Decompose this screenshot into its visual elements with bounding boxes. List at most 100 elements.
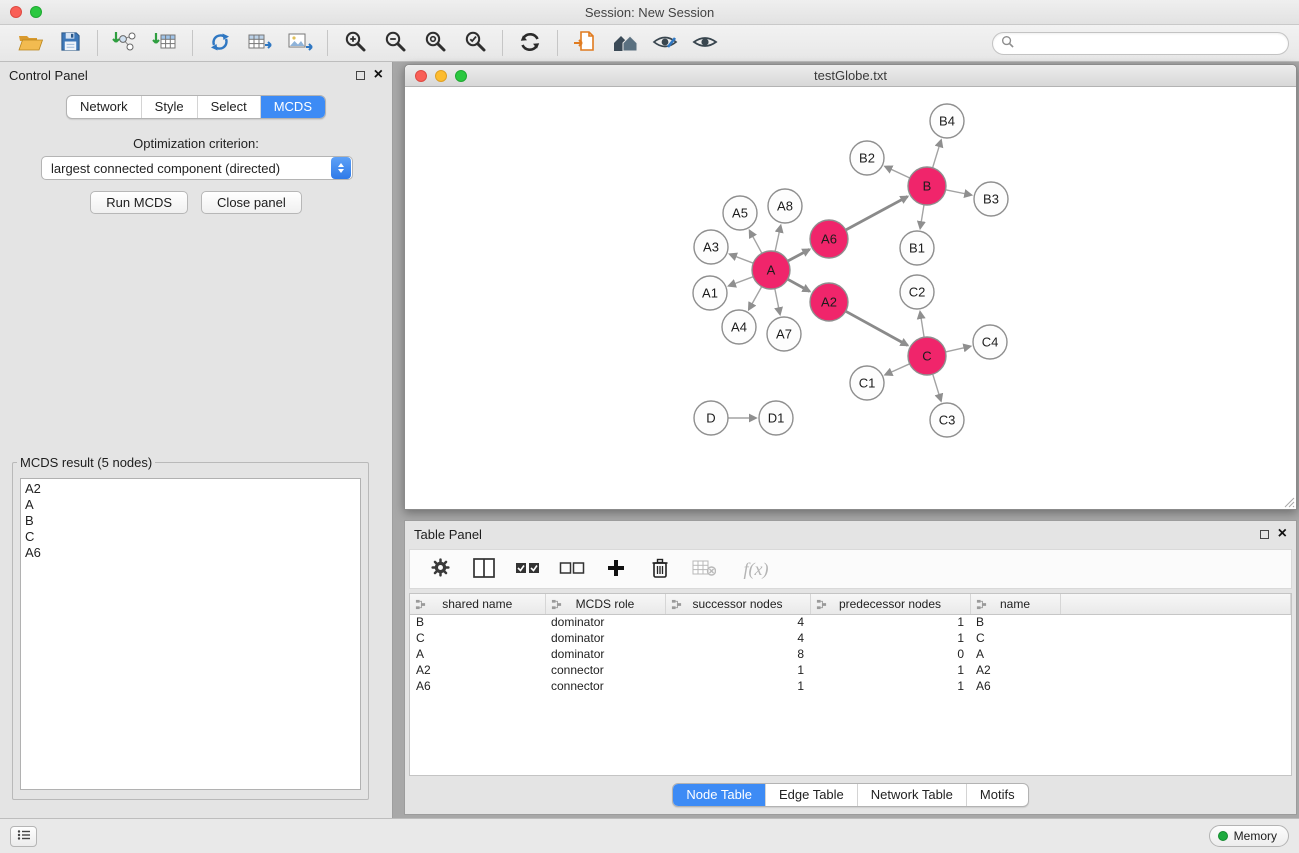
table-cell[interactable]: B [410,614,545,630]
node-B4[interactable]: B4 [930,104,964,138]
unselect-all-columns-button[interactable] [558,554,586,584]
column-header-shared-name[interactable]: shared name [410,594,545,614]
float-table-panel-icon[interactable] [1260,530,1269,539]
import-table-button[interactable] [145,28,185,59]
graphics-details-button[interactable] [645,28,685,59]
table-cell[interactable]: 1 [810,630,970,646]
edge-A-A2[interactable] [788,279,810,291]
search-box[interactable] [992,32,1289,55]
node-A[interactable]: A [752,251,790,289]
node-A2[interactable]: A2 [810,283,848,321]
table-settings-button[interactable] [426,554,454,584]
table-cell[interactable]: A6 [410,678,545,694]
close-network-button[interactable] [415,70,427,82]
table-row[interactable]: Adominator80A [410,646,1291,662]
column-header-name[interactable]: name [970,594,1060,614]
close-panel-icon[interactable]: × [374,70,383,80]
delete-table-button[interactable] [690,554,718,584]
tab-network[interactable]: Network [67,96,141,118]
table-cell[interactable]: 1 [665,678,810,694]
table-row[interactable]: A2connector11A2 [410,662,1291,678]
table-cell[interactable]: B [970,614,1060,630]
edge-A2-C[interactable] [846,311,908,345]
node-A1[interactable]: A1 [693,276,727,310]
create-column-button[interactable] [602,554,630,584]
table-row[interactable]: A6connector11A6 [410,678,1291,694]
node-C[interactable]: C [908,337,946,375]
task-history-button[interactable] [10,826,37,847]
table-cell[interactable]: 4 [665,614,810,630]
network-canvas[interactable]: AA6A2BCA5A8A3A1A4A7B2B4B3B1C2C4C1C3DD1 [405,87,1296,509]
table-cell[interactable]: connector [545,678,665,694]
node-C2[interactable]: C2 [900,275,934,309]
node-B2[interactable]: B2 [850,141,884,175]
tab-edge-table[interactable]: Edge Table [765,784,857,806]
node-D1[interactable]: D1 [759,401,793,435]
mcds-result-item[interactable]: B [25,513,360,529]
zoom-network-button[interactable] [455,70,467,82]
node-A3[interactable]: A3 [694,230,728,264]
mcds-result-list[interactable]: A2ABCA6 [20,478,361,790]
memory-button[interactable]: Memory [1209,825,1289,847]
tab-node-table[interactable]: Node Table [673,784,765,806]
mcds-result-item[interactable]: C [25,529,360,545]
open-folder-button[interactable] [10,28,50,59]
table-cell[interactable]: 1 [810,662,970,678]
edge-A-A3[interactable] [730,254,754,263]
table-cell[interactable]: A6 [970,678,1060,694]
node-A5[interactable]: A5 [723,196,757,230]
optimization-criterion-dropdown[interactable]: largest connected component (directed) [41,156,353,180]
table-cell[interactable]: connector [545,662,665,678]
zoom-window-button[interactable] [30,6,42,18]
delete-column-button[interactable] [646,554,674,584]
table-cell[interactable]: 1 [810,614,970,630]
tab-motifs[interactable]: Motifs [966,784,1028,806]
mcds-result-item[interactable]: A2 [25,481,360,497]
table-cell[interactable]: A2 [410,662,545,678]
table-row[interactable]: Bdominator41B [410,614,1291,630]
open-recent-network-button[interactable] [565,28,605,59]
tab-select[interactable]: Select [197,96,260,118]
save-session-button[interactable] [50,28,90,59]
export-table-button[interactable] [240,28,280,59]
network-overview-button[interactable] [605,28,645,59]
edge-A-A7[interactable] [775,289,780,315]
edge-A-A5[interactable] [750,231,762,254]
close-table-panel-icon[interactable]: × [1278,529,1287,539]
close-panel-button[interactable]: Close panel [201,191,302,214]
tab-mcds[interactable]: MCDS [260,96,325,118]
edge-C-C3[interactable] [933,374,941,401]
resize-grip-icon[interactable] [1283,496,1295,508]
node-C3[interactable]: C3 [930,403,964,437]
edge-B-B2[interactable] [885,167,910,179]
table-cell[interactable]: dominator [545,614,665,630]
table-cell[interactable]: A [970,646,1060,662]
node-A6[interactable]: A6 [810,220,848,258]
search-input[interactable] [1019,36,1280,50]
node-A8[interactable]: A8 [768,189,802,223]
zoom-out-button[interactable] [375,28,415,59]
edge-A6-B[interactable] [846,197,908,231]
table-row[interactable]: Cdominator41C [410,630,1291,646]
mcds-result-item[interactable]: A6 [25,545,360,561]
minimize-network-button[interactable] [435,70,447,82]
table-cell[interactable]: C [970,630,1060,646]
edge-C-C1[interactable] [885,364,910,375]
apply-layout-button[interactable] [510,28,550,59]
network-window-titlebar[interactable]: testGlobe.txt [405,65,1296,87]
zoom-in-button[interactable] [335,28,375,59]
node-B3[interactable]: B3 [974,182,1008,216]
table-cell[interactable]: C [410,630,545,646]
edge-B-B3[interactable] [946,190,972,195]
table-cell[interactable]: dominator [545,646,665,662]
node-B1[interactable]: B1 [900,231,934,265]
float-panel-icon[interactable] [356,71,365,80]
column-header-successor-nodes[interactable]: successor nodes [665,594,810,614]
tab-style[interactable]: Style [141,96,197,118]
mcds-result-item[interactable]: A [25,497,360,513]
node-C4[interactable]: C4 [973,325,1007,359]
table-cell[interactable]: 1 [810,678,970,694]
zoom-selected-button[interactable] [455,28,495,59]
edge-C-C4[interactable] [946,346,971,352]
node-D[interactable]: D [694,401,728,435]
